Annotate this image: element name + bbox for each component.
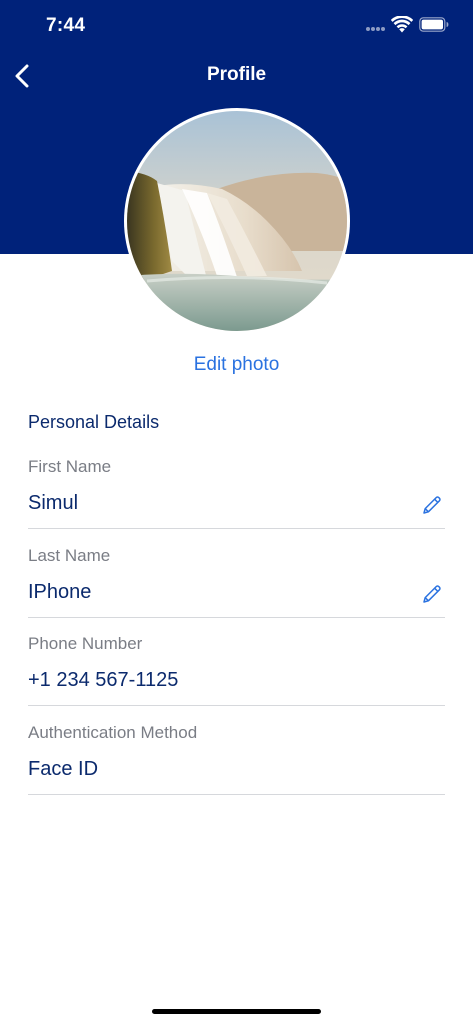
waterfall-photo	[127, 111, 347, 331]
home-indicator[interactable]	[152, 1009, 321, 1014]
field-label: First Name	[28, 457, 112, 476]
last-name-field[interactable]: Last Name IPhone	[28, 546, 445, 634]
avatar[interactable]	[124, 108, 350, 334]
divider	[28, 528, 445, 529]
divider	[28, 794, 445, 795]
authentication-method-field: Authentication Method Face ID	[28, 723, 445, 811]
divider	[28, 705, 445, 706]
profile-photo	[127, 111, 347, 331]
field-value: Face ID	[28, 758, 99, 780]
wifi-icon	[391, 16, 413, 33]
status-bar: 7:44	[0, 0, 473, 50]
field-label: Authentication Method	[28, 723, 198, 742]
pencil-icon[interactable]	[421, 583, 443, 605]
section-title-personal-details: Personal Details	[28, 412, 160, 432]
field-label: Last Name	[28, 546, 111, 565]
pencil-icon[interactable]	[421, 494, 443, 516]
first-name-field[interactable]: First Name Simul	[28, 457, 445, 545]
field-label: Phone Number	[28, 634, 143, 653]
divider	[28, 617, 445, 618]
nav-bar: Profile	[0, 54, 473, 98]
edit-photo-button[interactable]: Edit photo	[0, 354, 473, 376]
signal-dots-icon	[366, 27, 386, 31]
page-title: Profile	[206, 64, 267, 85]
field-value: +1 234 567-1125	[28, 669, 179, 691]
battery-icon	[419, 17, 449, 32]
status-time: 7:44	[46, 15, 86, 36]
phone-number-field: Phone Number +1 234 567-1125	[28, 634, 445, 722]
field-value[interactable]: IPhone	[28, 581, 91, 604]
field-value[interactable]: Simul	[28, 492, 78, 515]
